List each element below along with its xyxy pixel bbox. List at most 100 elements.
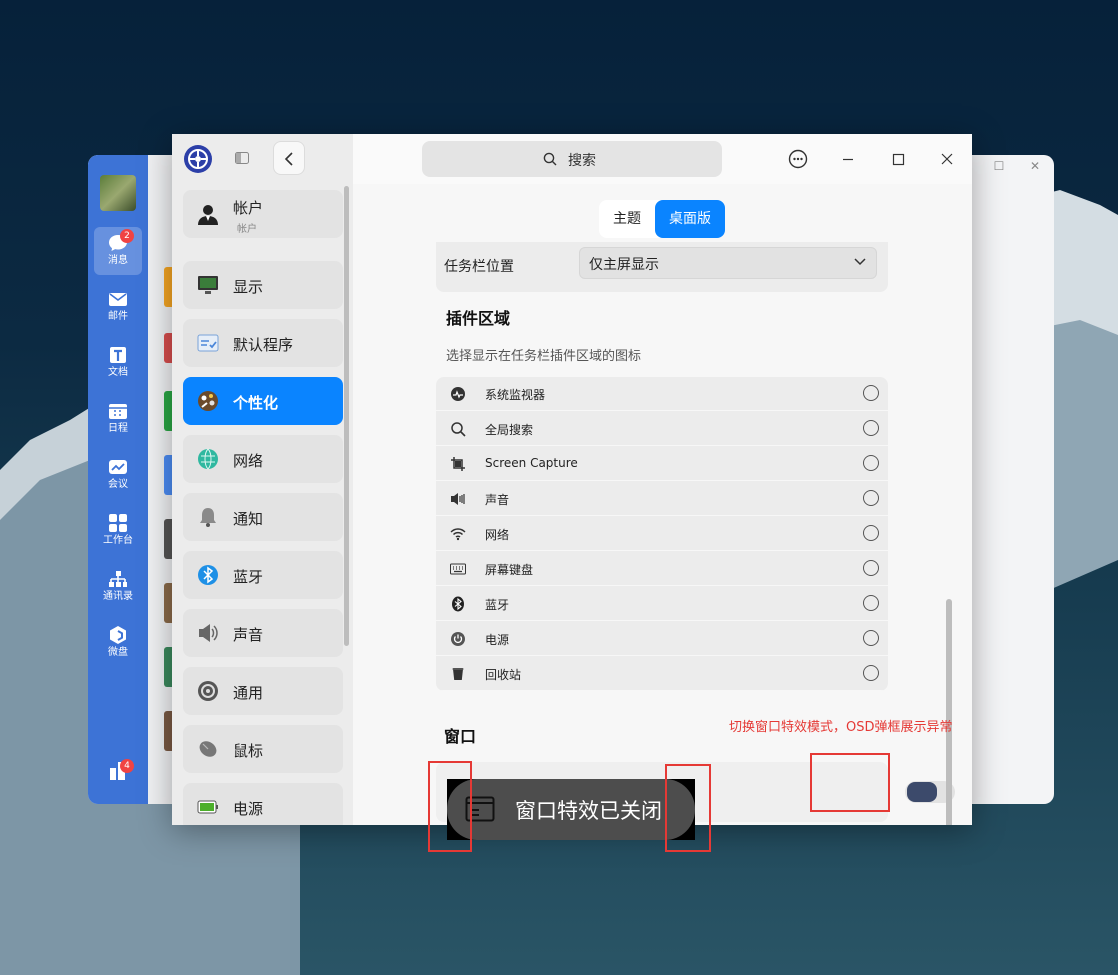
sidebar-toggle-icon[interactable] [235,152,249,164]
conversation-avatar[interactable] [164,267,172,307]
plugin-row-system-monitor[interactable]: 系统监视器 [436,377,888,411]
plugin-label: 蓝牙 [485,598,510,612]
sidebar-item-power[interactable]: 电源 [183,783,343,825]
sidebar-item-label: 网络 [233,452,264,470]
plugin-area-description: 选择显示在任务栏插件区域的图标 [446,349,642,364]
search-input[interactable]: 搜索 [422,141,722,177]
nav-drive[interactable]: 微盘 [94,619,142,667]
sidebar-item-label: 鼠标 [233,742,264,760]
nav-workbench[interactable]: 工作台 [94,507,142,555]
taskbar-position-row: 任务栏位置 仅主屏显示 [436,242,888,292]
plugin-radio[interactable] [863,455,879,471]
sidebar-item-display[interactable]: 显示 [183,261,343,309]
conversation-avatar[interactable] [164,455,172,495]
plugin-label: 网络 [485,528,510,542]
screen-capture-icon [451,457,465,471]
sidebar-header [172,134,353,184]
user-avatar[interactable] [100,175,136,211]
conversation-avatar[interactable] [164,647,172,687]
sidebar-item-default-apps[interactable]: 默认程序 [183,319,343,367]
plugin-radio[interactable] [863,665,879,681]
content-scrollbar[interactable] [946,599,952,825]
conversation-avatar[interactable] [164,583,172,623]
minimize-icon[interactable] [835,146,861,172]
plugin-list: 系统监视器 全局搜索 Screen Capture 声音 网络 屏幕键盘 蓝牙 … [436,377,888,691]
nav-messages[interactable]: 消息 2 [94,227,142,275]
plugin-row-network[interactable]: 网络 [436,517,888,551]
bluetooth-icon [198,565,218,585]
sidebar-item-mouse[interactable]: 鼠标 [183,725,343,773]
system-monitor-icon [451,387,465,401]
plugin-radio[interactable] [863,560,879,576]
conversation-avatar[interactable] [164,519,172,559]
plugin-radio[interactable] [863,420,879,436]
maximize-icon[interactable]: ☐ [992,159,1006,173]
nav-label: 会议 [108,479,128,490]
plugin-row-screen-capture[interactable]: Screen Capture [436,447,888,481]
sidebar-item-bluetooth[interactable]: 蓝牙 [183,551,343,599]
settings-app-icon [184,145,212,173]
more-menu-icon[interactable] [785,146,811,172]
sidebar-scrollbar[interactable] [344,186,349,646]
nav-docs[interactable]: 文档 [94,339,142,387]
window-section-title: 窗口 [444,727,477,746]
document-icon [110,347,126,363]
plugin-label: 回收站 [485,668,522,682]
sidebar-item-notification[interactable]: 通知 [183,493,343,541]
close-icon[interactable] [934,146,960,172]
sidebar-item-personalization[interactable]: 个性化 [183,377,343,425]
drive-icon [110,626,126,644]
keyboard-icon [450,563,466,575]
plugin-row-global-search[interactable]: 全局搜索 [436,412,888,446]
nav-meeting[interactable]: 会议 [94,451,142,499]
plugin-row-bluetooth[interactable]: 蓝牙 [436,587,888,621]
plugin-radio[interactable] [863,490,879,506]
back-button[interactable] [273,141,305,175]
nav-calendar[interactable]: 日程 [94,395,142,443]
sidebar-item-label: 通用 [233,684,264,702]
mouse-icon [199,741,217,757]
nav-more[interactable]: 4 [94,755,142,803]
nav-label: 消息 [108,255,128,266]
annotation-box-toggle [810,753,890,812]
notification-icon [200,508,216,527]
sidebar-item-sound[interactable]: 声音 [183,609,343,657]
plugin-radio[interactable] [863,385,879,401]
sidebar-item-label: 电源 [233,800,264,818]
osd-popup: 窗口特效已关闭 [447,779,695,840]
search-placeholder: 搜索 [568,153,596,169]
nav-label: 微盘 [108,647,128,658]
sidebar-item-label: 帐户 [233,199,264,217]
plugin-row-trash[interactable]: 回收站 [436,657,888,691]
plugin-radio[interactable] [863,595,879,611]
plugin-row-power[interactable]: 电源 [436,622,888,656]
close-icon[interactable]: ✕ [1028,159,1042,173]
nav-label: 通讯录 [103,591,133,602]
maximize-icon[interactable] [885,146,911,172]
tab-theme[interactable]: 主题 [599,200,655,238]
display-icon [198,276,218,294]
calendar-icon [109,404,127,419]
nav-contacts[interactable]: 通讯录 [94,563,142,611]
taskbar-position-value: 仅主屏显示 [589,257,659,273]
conversation-avatar[interactable] [164,391,172,431]
nav-label: 工作台 [103,535,133,546]
sidebar-item-general[interactable]: 通用 [183,667,343,715]
plugin-row-sound[interactable]: 声音 [436,482,888,516]
conversation-avatar[interactable] [164,333,172,363]
tab-desktop[interactable]: 桌面版 [655,200,725,238]
sidebar-item-account[interactable]: 帐户 帐户 [183,190,343,238]
chevron-down-icon [854,258,866,266]
chevron-left-icon [284,152,293,166]
plugin-row-keyboard[interactable]: 屏幕键盘 [436,552,888,586]
nav-mail[interactable]: 邮件 [94,283,142,331]
plugin-radio[interactable] [863,525,879,541]
sidebar-item-network[interactable]: 网络 [183,435,343,483]
taskbar-position-select[interactable]: 仅主屏显示 [579,247,877,279]
conversation-list [148,155,172,804]
plugin-radio[interactable] [863,630,879,646]
toggle-knob [907,782,937,802]
search-icon [543,152,557,166]
conversation-avatar[interactable] [164,711,172,751]
plugin-label: 系统监视器 [485,388,546,402]
